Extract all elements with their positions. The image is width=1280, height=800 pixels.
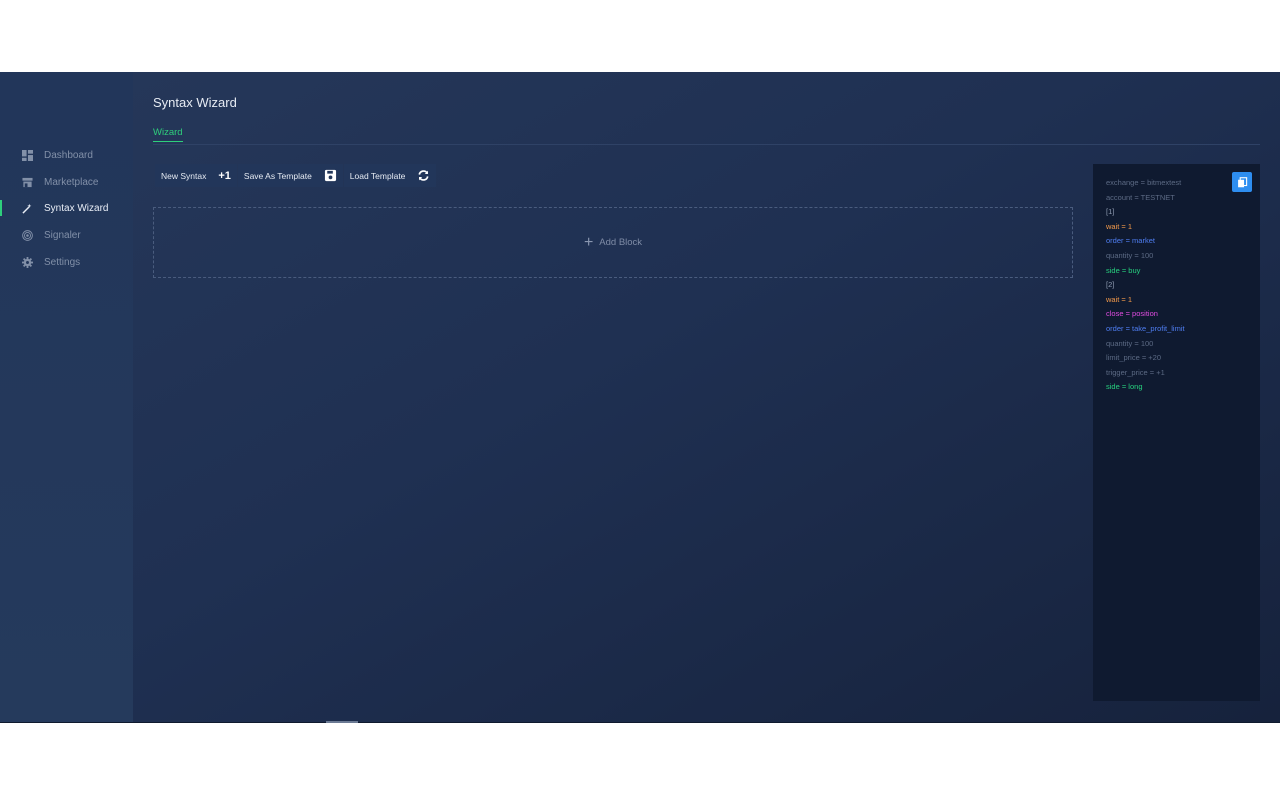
load-template-label: Load Template (349, 170, 406, 181)
add-block-label: Add Block (599, 237, 643, 248)
window-bottom-edge (0, 722, 1280, 723)
sidebar-item-label: Settings (44, 256, 81, 268)
sidebar-item-label: Signaler (44, 229, 81, 241)
save-as-template-button[interactable]: Save As Template (237, 164, 343, 187)
code-lines: exchange = bitmextest account = TESTNET … (1106, 176, 1185, 395)
code-line: exchange = bitmextest (1106, 178, 1182, 187)
code-line: order = take_profit_limit (1106, 323, 1185, 333)
app-window: Dashboard Marketplace Syntax Wizard Sign… (0, 72, 1280, 723)
copy-icon (1237, 176, 1247, 187)
code-line: wait = 1 (1106, 221, 1133, 231)
syntax-preview-panel: exchange = bitmextest account = TESTNET … (1093, 164, 1260, 701)
tab-bar: Wizard (153, 127, 1260, 145)
save-as-template-label: Save As Template (243, 170, 312, 181)
sync-icon (417, 169, 430, 182)
code-line: account = TESTNET (1106, 192, 1175, 202)
add-block-button[interactable]: + Add Block (153, 207, 1073, 278)
plus-icon: + (583, 233, 594, 251)
tab-wizard[interactable]: Wizard (153, 127, 183, 142)
sidebar-item-label: Dashboard (44, 149, 93, 161)
horizontal-scrollbar-thumb[interactable] (326, 721, 358, 723)
code-line: close = position (1106, 309, 1158, 319)
sidebar-item-label: Syntax Wizard (44, 203, 109, 215)
floppy-disk-icon (324, 169, 337, 182)
copy-button[interactable] (1232, 172, 1252, 192)
new-syntax-label: New Syntax (161, 170, 207, 181)
sidebar-item-label: Marketplace (44, 176, 99, 188)
code-line: side = buy (1106, 265, 1141, 275)
code-line: [1] (1106, 207, 1115, 217)
dashboard-icon (22, 149, 33, 161)
broadcast-icon (22, 230, 33, 241)
code-line: quantity = 100 (1106, 250, 1154, 260)
store-icon (22, 177, 33, 188)
sidebar-item-marketplace[interactable]: Marketplace (0, 169, 133, 196)
wand-icon (22, 203, 33, 214)
code-line: wait = 1 (1106, 294, 1133, 304)
code-line: trigger_price = +1 (1106, 367, 1165, 377)
code-line: order = market (1106, 236, 1155, 246)
sidebar: Dashboard Marketplace Syntax Wizard Sign… (0, 72, 133, 723)
page-title: Syntax Wizard (153, 95, 237, 110)
code-line: side = long (1106, 382, 1143, 392)
code-line: limit_price = +20 (1106, 353, 1162, 363)
code-line: [2] (1106, 280, 1115, 290)
gear-icon (22, 256, 33, 268)
sidebar-nav: Dashboard Marketplace Syntax Wizard Sign… (0, 142, 133, 275)
sidebar-item-signaler[interactable]: Signaler (0, 222, 133, 249)
load-template-button[interactable]: Load Template (343, 164, 437, 187)
sidebar-item-dashboard[interactable]: Dashboard (0, 142, 133, 169)
plus-one-icon: +1 (218, 169, 231, 182)
new-syntax-button[interactable]: New Syntax +1 (155, 164, 237, 187)
toolbar: New Syntax +1 Save As Template Load Temp… (155, 164, 437, 187)
code-line: quantity = 100 (1106, 338, 1154, 348)
sidebar-item-syntax-wizard[interactable]: Syntax Wizard (0, 195, 133, 222)
sidebar-item-settings[interactable]: Settings (0, 249, 133, 276)
